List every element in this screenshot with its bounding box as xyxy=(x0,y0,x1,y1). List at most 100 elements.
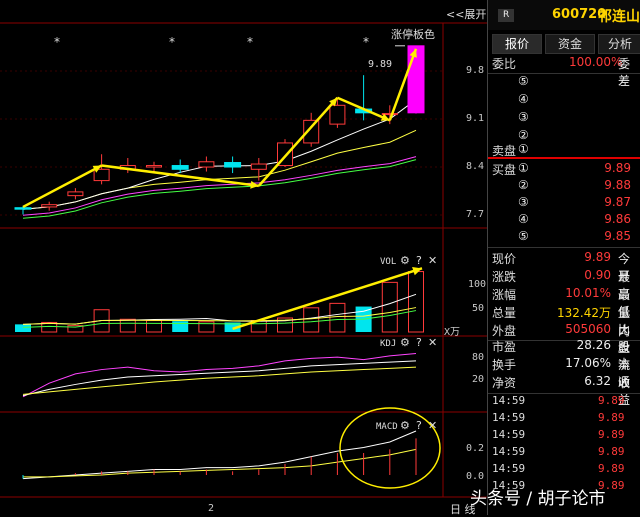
limit-color-label: 涨停板色 xyxy=(391,28,435,41)
volume-bar xyxy=(303,307,320,333)
candle-body xyxy=(250,163,267,170)
buy-price: 9.89 xyxy=(604,161,631,175)
tick-price: 9.89 xyxy=(598,428,625,441)
sell-level-index: ④ xyxy=(518,92,529,106)
sell-level-index: ⑤ xyxy=(518,74,529,88)
buy-level-row[interactable]: ③ 9.87 xyxy=(488,194,640,212)
buy-price: 9.85 xyxy=(604,229,631,243)
buy-level-index: ① xyxy=(518,161,529,175)
chart-area[interactable]: * * * * <<展开 涨停板色 9.89 9.8 9.1 8.4 7.7 VOL … xyxy=(0,0,487,516)
weibi-value: 100.00% xyxy=(569,55,623,69)
tick-row: 14:59 9.89 xyxy=(488,393,640,410)
tick-price: 9.89 xyxy=(598,445,625,458)
sell-level-row[interactable]: ④ xyxy=(488,91,640,109)
quote-row: 总量 132.42万 量比 xyxy=(488,303,640,337)
help-icon[interactable]: ? xyxy=(416,336,422,349)
volume-bar xyxy=(172,321,189,332)
price-tick: 7.7 xyxy=(466,209,485,220)
r-badge[interactable]: R xyxy=(498,9,515,22)
quote-value: 505060 xyxy=(565,322,611,336)
quote-label: 总量 xyxy=(492,306,517,320)
help-icon[interactable]: ? xyxy=(416,254,422,267)
kline-chart[interactable]: * * * * xyxy=(0,0,487,515)
stat-row: 换手 17.06% 流通 xyxy=(488,355,640,389)
candle-body xyxy=(67,191,84,197)
weibi-row: 委比 100.00% 委差 xyxy=(488,54,640,88)
quote-value: 10.01% xyxy=(565,286,611,300)
sell-level-index: ③ xyxy=(518,110,529,124)
stat-value: 6.32 xyxy=(584,374,611,388)
candle-body xyxy=(146,165,162,168)
quote-value: 132.42万 xyxy=(557,306,611,320)
tick-time: 14:59 xyxy=(492,428,526,441)
quote-row: 涨幅 10.01% 最低 xyxy=(488,285,640,319)
tick-time: 14:59 xyxy=(492,445,526,458)
weibi-label: 委比 xyxy=(492,57,517,71)
kdj-tick: 20 xyxy=(472,374,485,385)
star-marker: * xyxy=(247,35,253,49)
bid-ask-divider xyxy=(488,157,640,159)
star-marker: * xyxy=(169,35,175,49)
tab-analysis[interactable]: 分析 xyxy=(598,34,640,54)
stat-row: 净资 6.32 收益 xyxy=(488,373,640,407)
stat-value: 28.26 xyxy=(576,338,611,352)
tab-quote[interactable]: 报价 xyxy=(492,34,542,54)
tick-time: 14:59 xyxy=(492,411,526,424)
buy-level-row[interactable]: ② 9.88 xyxy=(488,177,640,195)
kdj-tick: 80 xyxy=(472,352,485,363)
quote-value: 9.89 xyxy=(584,250,611,264)
volume-bar xyxy=(408,271,424,333)
tick-row: 14:59 9.89 xyxy=(488,427,640,444)
help-icon[interactable]: ? xyxy=(416,419,422,432)
quote-label: 涨幅 xyxy=(492,288,517,302)
sell-level-row[interactable]: ⑤ xyxy=(488,73,640,91)
buy-level-index: ③ xyxy=(518,195,529,209)
sell-level-index: ① xyxy=(518,142,529,156)
buy-level-index: ⑤ xyxy=(518,229,529,243)
stat-label: 市盈 xyxy=(492,340,517,354)
volume-bar xyxy=(381,281,398,333)
tick-price: 9.89 xyxy=(598,411,625,424)
stat-label: 净资 xyxy=(492,376,517,390)
candle-body xyxy=(14,207,32,210)
macd-tick: 0.0 xyxy=(466,471,485,482)
buy-level-row[interactable]: 买盘 ① 9.89 xyxy=(488,160,640,178)
candle-body xyxy=(224,162,242,168)
close-icon[interactable]: ✕ xyxy=(428,254,437,267)
quote-value: 0.90 xyxy=(584,268,611,282)
star-marker: * xyxy=(363,35,369,49)
settings-icon[interactable]: ⚙ xyxy=(400,254,410,267)
tick-price: 9.89 xyxy=(598,462,625,475)
vol-title: VOL xyxy=(380,257,397,267)
tick-row: 14:59 9.89 xyxy=(488,461,640,478)
tick-row: 14:59 9.89 xyxy=(488,410,640,427)
macd-title: MACD xyxy=(376,422,398,432)
buy-level-row[interactable]: ④ 9.86 xyxy=(488,211,640,229)
quote-row: 现价 9.89 今开 xyxy=(488,249,640,283)
quote-panel: R 600720 祁连山 报价 资金 分析 委比 100.00% 委差 ⑤ ④ … xyxy=(487,0,640,515)
tick-time: 14:59 xyxy=(492,462,526,475)
stat-row: 市盈 28.26 股本 xyxy=(488,337,640,371)
tick-price: 9.89 xyxy=(598,394,625,407)
settings-icon[interactable]: ⚙ xyxy=(400,419,410,432)
vol-tick: 100 xyxy=(468,279,487,290)
candle-body xyxy=(171,165,189,170)
stock-name: 祁连山 xyxy=(598,9,640,25)
candle-body xyxy=(198,161,215,168)
settings-icon[interactable]: ⚙ xyxy=(400,336,410,349)
buy-level-row[interactable]: ⑤ 9.85 xyxy=(488,228,640,246)
x-axis-label: 2 xyxy=(208,503,215,514)
close-icon[interactable]: ✕ xyxy=(428,419,437,432)
macd-tick: 0.2 xyxy=(466,443,485,454)
close-icon[interactable]: ✕ xyxy=(428,336,437,349)
volume-bar xyxy=(329,302,346,333)
sell-level-row[interactable]: ③ xyxy=(488,109,640,127)
tab-capital[interactable]: 资金 xyxy=(545,34,595,54)
kdj-title: KDJ xyxy=(380,339,397,349)
expand-button[interactable]: <<展开 xyxy=(446,6,486,22)
sell-level-index: ② xyxy=(518,128,529,142)
quote-label: 现价 xyxy=(492,252,517,266)
candle-body xyxy=(41,204,58,208)
star-marker: * xyxy=(54,35,60,49)
buy-level-index: ② xyxy=(518,178,529,192)
